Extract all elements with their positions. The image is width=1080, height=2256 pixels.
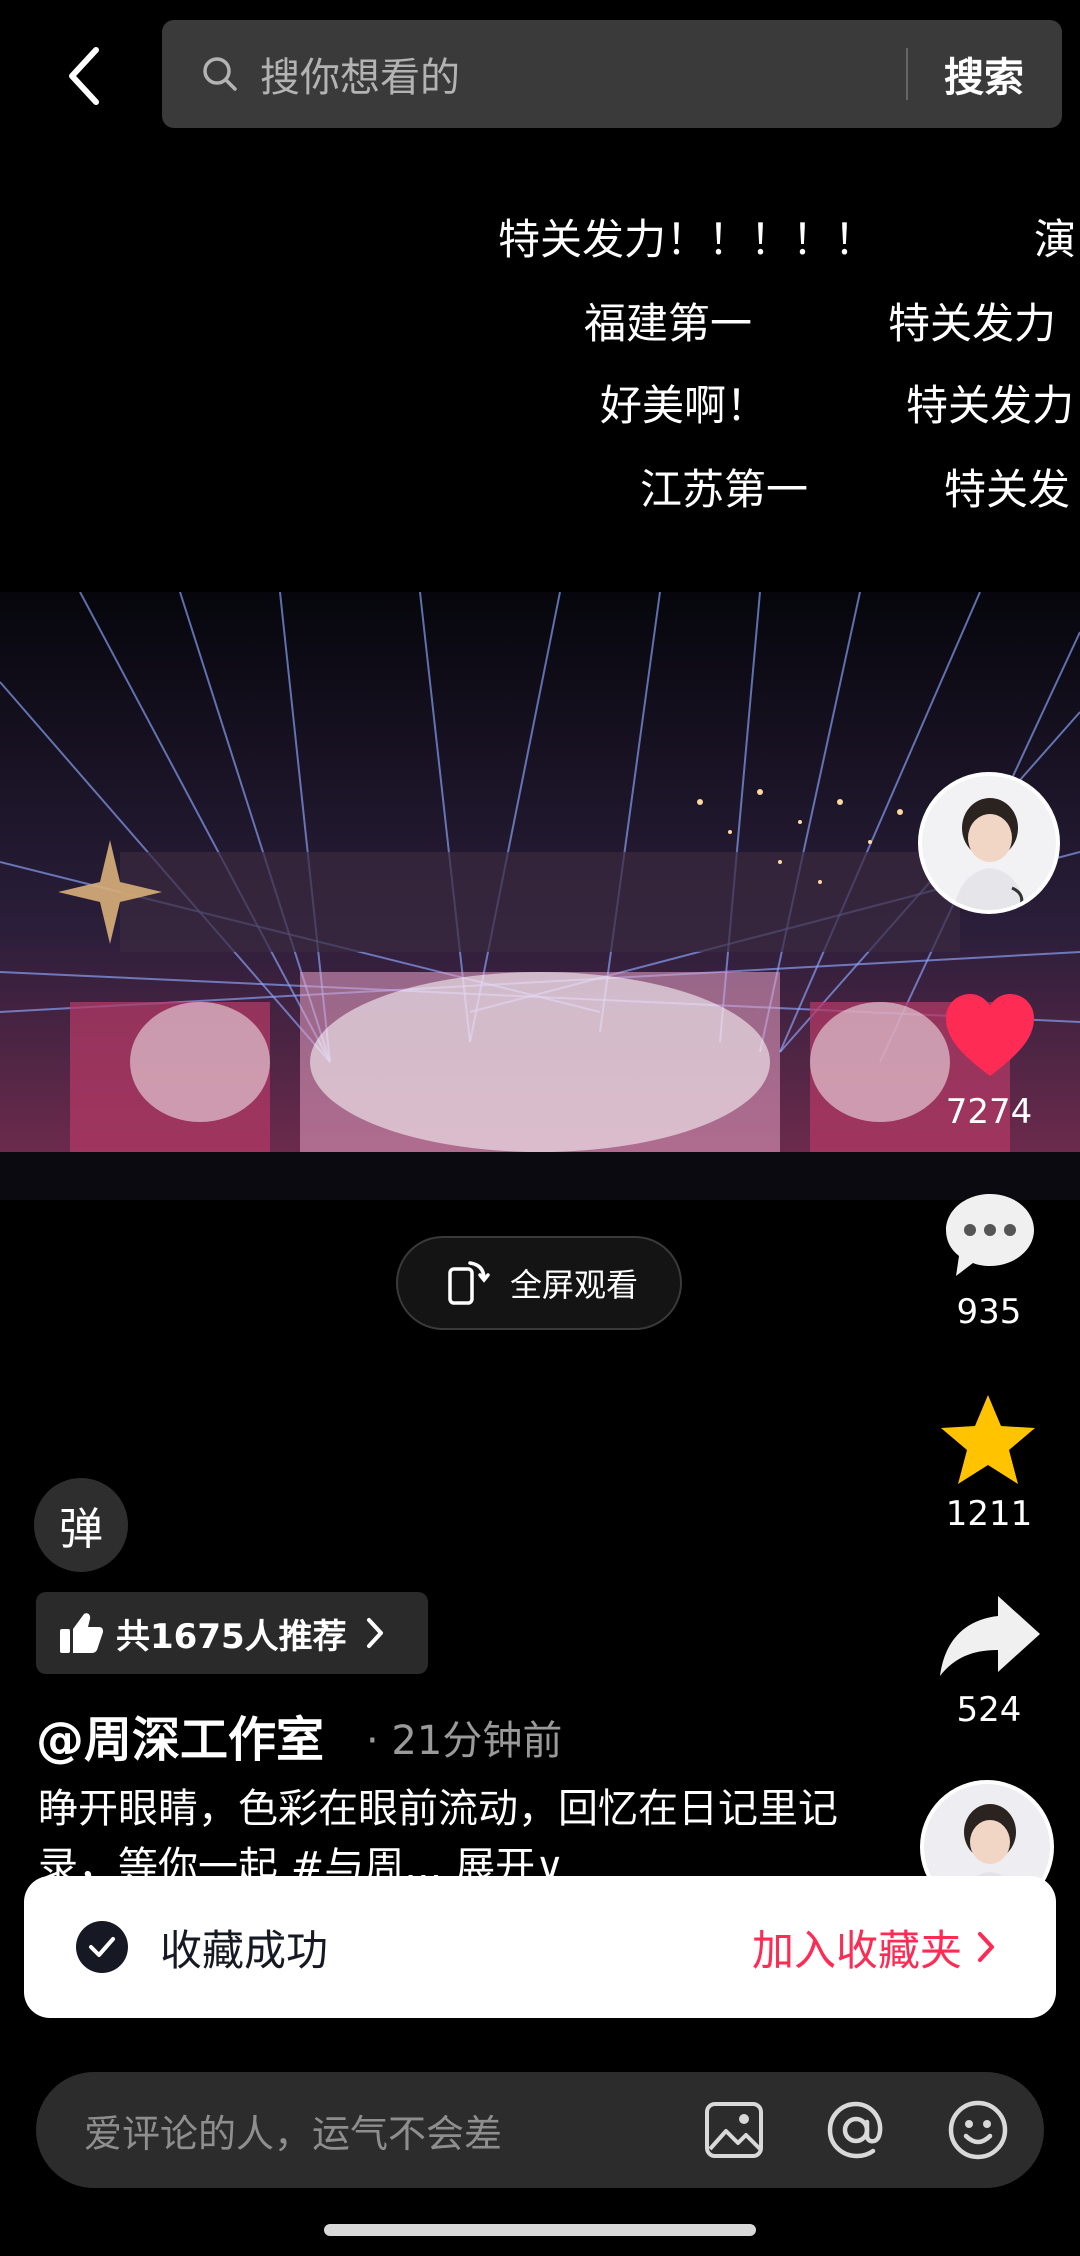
add-to-folder-link[interactable]: 加入收藏夹 bbox=[752, 1917, 962, 1978]
comment-bar: 爱评论的人，运气不会差 bbox=[36, 2072, 1044, 2188]
danmaku-comment: 好美啊！ bbox=[600, 381, 769, 430]
emoji-icon bbox=[948, 2100, 1008, 2160]
search-bar[interactable]: 搜你想看的 搜索 bbox=[162, 20, 1062, 128]
video-player[interactable] bbox=[0, 592, 1080, 1200]
danmaku-comment: 特关发力 bbox=[888, 299, 1057, 348]
search-button[interactable]: 搜索 bbox=[944, 45, 1024, 103]
comment-count: 935 bbox=[956, 1292, 1022, 1332]
concert-stage-image bbox=[0, 592, 1080, 1200]
danmaku-toggle-label: 弹 bbox=[59, 1504, 103, 1555]
video-detail-page: 搜你想看的 搜索 特关发力！！！！！ 演 福建第一 特关发力 好美啊！ 特关发力… bbox=[0, 0, 1080, 2256]
mention-button[interactable] bbox=[824, 2098, 888, 2162]
search-divider bbox=[906, 48, 908, 100]
rotate-screen-icon bbox=[448, 1261, 490, 1305]
chevron-right-icon[interactable] bbox=[976, 1930, 996, 1964]
author-name[interactable]: @周深工作室 bbox=[36, 1700, 324, 1770]
emoji-button[interactable] bbox=[946, 2098, 1010, 2162]
fullscreen-label: 全屏观看 bbox=[509, 1266, 638, 1304]
danmaku-toggle-button[interactable]: 弹 bbox=[34, 1478, 128, 1572]
comment-input[interactable]: 爱评论的人，运气不会差 bbox=[84, 2103, 702, 2158]
danmaku-comment: 特关发力 bbox=[906, 381, 1075, 430]
chevron-left-icon bbox=[69, 47, 99, 105]
thumbs-up-icon bbox=[60, 1613, 103, 1653]
favorite-toast: 收藏成功 加入收藏夹 bbox=[24, 1876, 1056, 2018]
danmaku-comment: 演 bbox=[1034, 215, 1077, 264]
comment-button[interactable] bbox=[942, 1190, 1038, 1280]
danmaku-comment: 江苏第一 bbox=[640, 465, 809, 514]
home-indicator[interactable] bbox=[324, 2224, 756, 2236]
like-button[interactable] bbox=[944, 992, 1036, 1078]
recommend-badge[interactable]: 共1675人推荐 bbox=[36, 1592, 428, 1674]
danmaku-comment: 特关发 bbox=[944, 465, 1071, 514]
favorite-count: 1211 bbox=[945, 1494, 1033, 1534]
back-button[interactable] bbox=[44, 36, 124, 116]
danmaku-comment: 福建第一 bbox=[584, 299, 753, 348]
search-icon bbox=[203, 57, 237, 91]
image-icon bbox=[705, 2102, 763, 2158]
chevron-right-icon bbox=[366, 1618, 383, 1648]
at-icon bbox=[827, 2101, 883, 2159]
post-time: · 21分钟前 bbox=[366, 1718, 563, 1764]
check-circle-icon bbox=[76, 1921, 128, 1973]
danmaku-comment: 特关发力！！！！！ bbox=[498, 215, 877, 264]
search-input[interactable]: 搜你想看的 bbox=[260, 45, 906, 103]
image-button[interactable] bbox=[702, 2098, 766, 2162]
fullscreen-button[interactable]: 全屏观看 bbox=[396, 1236, 682, 1330]
share-count: 524 bbox=[956, 1690, 1022, 1730]
like-count: 7274 bbox=[945, 1092, 1033, 1132]
share-button[interactable] bbox=[938, 1592, 1042, 1678]
favorite-button[interactable] bbox=[938, 1392, 1038, 1488]
toast-message: 收藏成功 bbox=[160, 1925, 329, 1975]
recommend-label: 共1675人推荐 bbox=[116, 1616, 347, 1657]
author-avatar[interactable] bbox=[918, 772, 1060, 914]
